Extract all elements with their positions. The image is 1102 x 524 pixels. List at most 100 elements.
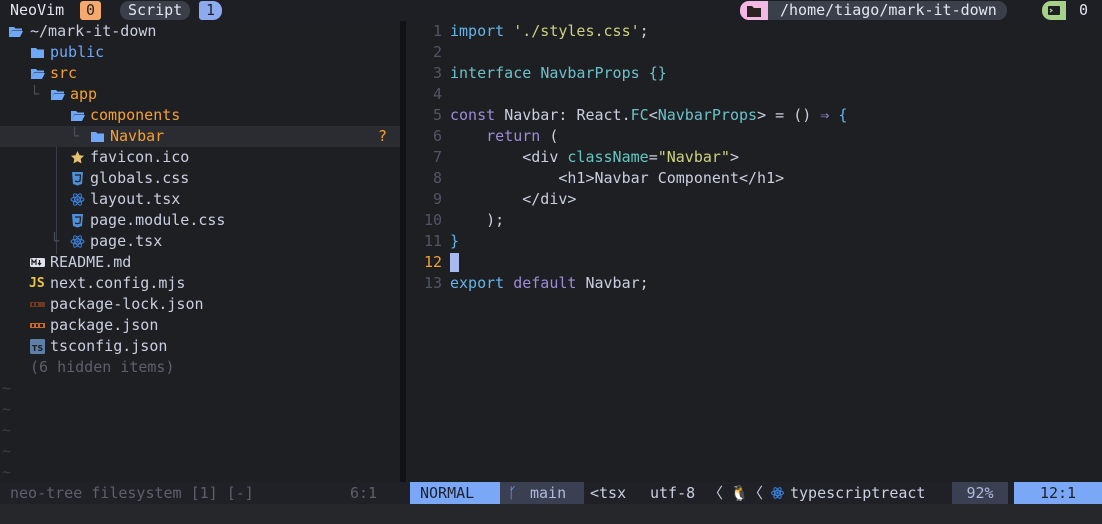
tree-item-public[interactable]: public [0,42,400,63]
tree-guide: └ [70,127,80,145]
tree-item-label: src [50,64,78,82]
tree-item-label: favicon.ico [90,148,190,166]
tree-item-components[interactable]: components [0,105,400,126]
command-line[interactable] [0,504,1102,524]
tree-item-label: package.json [50,316,159,334]
tree-item-package-lock[interactable]: package-lock.json [0,294,400,315]
code-line: 10 ); [406,210,1102,231]
tree-item-next-config[interactable]: JS next.config.mjs [0,273,400,294]
filetype-short: <tsx [590,484,627,502]
css-file-icon [70,213,85,228]
tree-cursor-position: 6:1 [350,484,378,502]
folder-icon [90,129,105,144]
folder-icon [30,45,45,60]
app-name: NeoVim [10,1,65,19]
markdown-icon [30,255,45,270]
react-icon [770,482,785,504]
status-line: neo-tree filesystem [1] [-] 6:1 NORMAL ᚴ… [0,482,1102,504]
line-number: 6 [432,127,442,145]
code-line: 8 <h1>Navbar Component</h1> [406,168,1102,189]
tree-item-page-tsx[interactable]: └ page.tsx [0,231,400,252]
git-branch-icon: ᚴ [508,484,518,502]
tree-item-navbar[interactable]: └ Navbar ? [0,126,400,147]
tree-item-label: public [50,43,105,61]
text-cursor [450,253,459,272]
tree-item-label: components [90,106,181,124]
line-number: 5 [432,106,442,124]
tree-hidden-items[interactable]: (6 hidden items) [0,357,400,378]
folder-open-icon [8,24,23,39]
line-number: 13 [423,274,442,292]
typescript-icon: TS [30,339,45,354]
tree-item-tsconfig[interactable]: TS tsconfig.json [0,336,400,357]
tree-item-globals-css[interactable]: globals.css [0,168,400,189]
line-number: 2 [432,43,442,61]
tree-item-layout-tsx[interactable]: layout.tsx [0,189,400,210]
code-line: 3 interface NavbarProps {} [406,63,1102,84]
hidden-items-label: (6 hidden items) [30,358,175,376]
svg-text:TS: TS [32,344,43,353]
mode-indicator: NORMAL [410,482,500,504]
session-tab[interactable]: Script [120,1,191,20]
tree-item-label: README.md [50,253,132,271]
tree-item-label: layout.tsx [90,190,181,208]
scroll-percent: 92% [952,482,1008,504]
tree-item-label: app [70,85,98,103]
css-file-icon [70,171,85,186]
terminal-icon [1042,1,1066,20]
star-icon [70,150,85,165]
code-line: 2 [406,42,1102,63]
javascript-icon: JS [29,276,45,291]
react-icon [70,234,85,249]
folder-open-icon [70,108,85,123]
line-number: 4 [432,85,442,103]
code-line: 6 return ( [406,126,1102,147]
line-number: 8 [432,169,442,187]
tree-item-label: Navbar [110,127,165,145]
tree-root[interactable]: ~/mark-it-down [0,21,400,42]
line-number: 12 [423,253,442,271]
tree-root-label: ~/mark-it-down [30,22,157,40]
code-line: 1 import './styles.css'; [406,21,1102,42]
git-untracked-badge: ? [378,127,388,145]
app-badge[interactable]: 0 [80,1,102,20]
tree-item-label: next.config.mjs [50,274,186,292]
git-branch-name: main [530,484,567,502]
git-branch-segment[interactable]: ᚴ main [500,482,584,504]
tree-status-label: neo-tree filesystem [1] [-] [10,484,254,502]
line-number: 10 [423,211,442,229]
tree-item-page-module-css[interactable]: page.module.css [0,210,400,231]
code-editor[interactable]: 1 import './styles.css'; 2 3 interface N… [406,21,1102,482]
tree-guide: └ [30,85,40,103]
npm-icon [30,318,45,333]
tree-item-src[interactable]: src [0,63,400,84]
separator-chevron: 〈 [748,484,764,502]
cursor-position: 12:1 [1014,482,1102,504]
cwd-path[interactable]: /home/tiago/mark-it-down [768,1,1007,20]
tree-item-label: page.module.css [90,211,226,229]
line-number: 7 [432,148,442,166]
code-line: 11 } [406,231,1102,252]
tree-item-label: tsconfig.json [50,337,168,355]
tree-item-label: page.tsx [90,232,163,250]
line-number: 1 [432,22,442,40]
npm-lock-icon [30,297,45,312]
line-number: 3 [432,64,442,82]
file-encoding: utf-8 [650,484,696,502]
tree-item-package-json[interactable]: package.json [0,315,400,336]
filetype: typescriptreact [790,484,926,502]
line-number: 11 [423,232,442,250]
code-line: 13 export default Navbar; [406,273,1102,294]
terminal-count: 0 [1079,1,1089,19]
tree-item-app[interactable]: └ app [0,84,400,105]
session-badge[interactable]: 1 [199,1,223,20]
code-line: 4 [406,84,1102,105]
file-tree: ~/mark-it-down public src └ app componen… [0,21,400,482]
code-line: 5 const Navbar: React.FC<NavbarProps> = … [406,105,1102,126]
tree-item-label: globals.css [90,169,190,187]
linux-icon: 🐧 [730,484,749,502]
tree-item-favicon[interactable]: favicon.ico [0,147,400,168]
code-line: 7 <div className="Navbar"> [406,147,1102,168]
tree-item-readme[interactable]: README.md [0,252,400,273]
code-line-current: 12 [406,252,1102,273]
